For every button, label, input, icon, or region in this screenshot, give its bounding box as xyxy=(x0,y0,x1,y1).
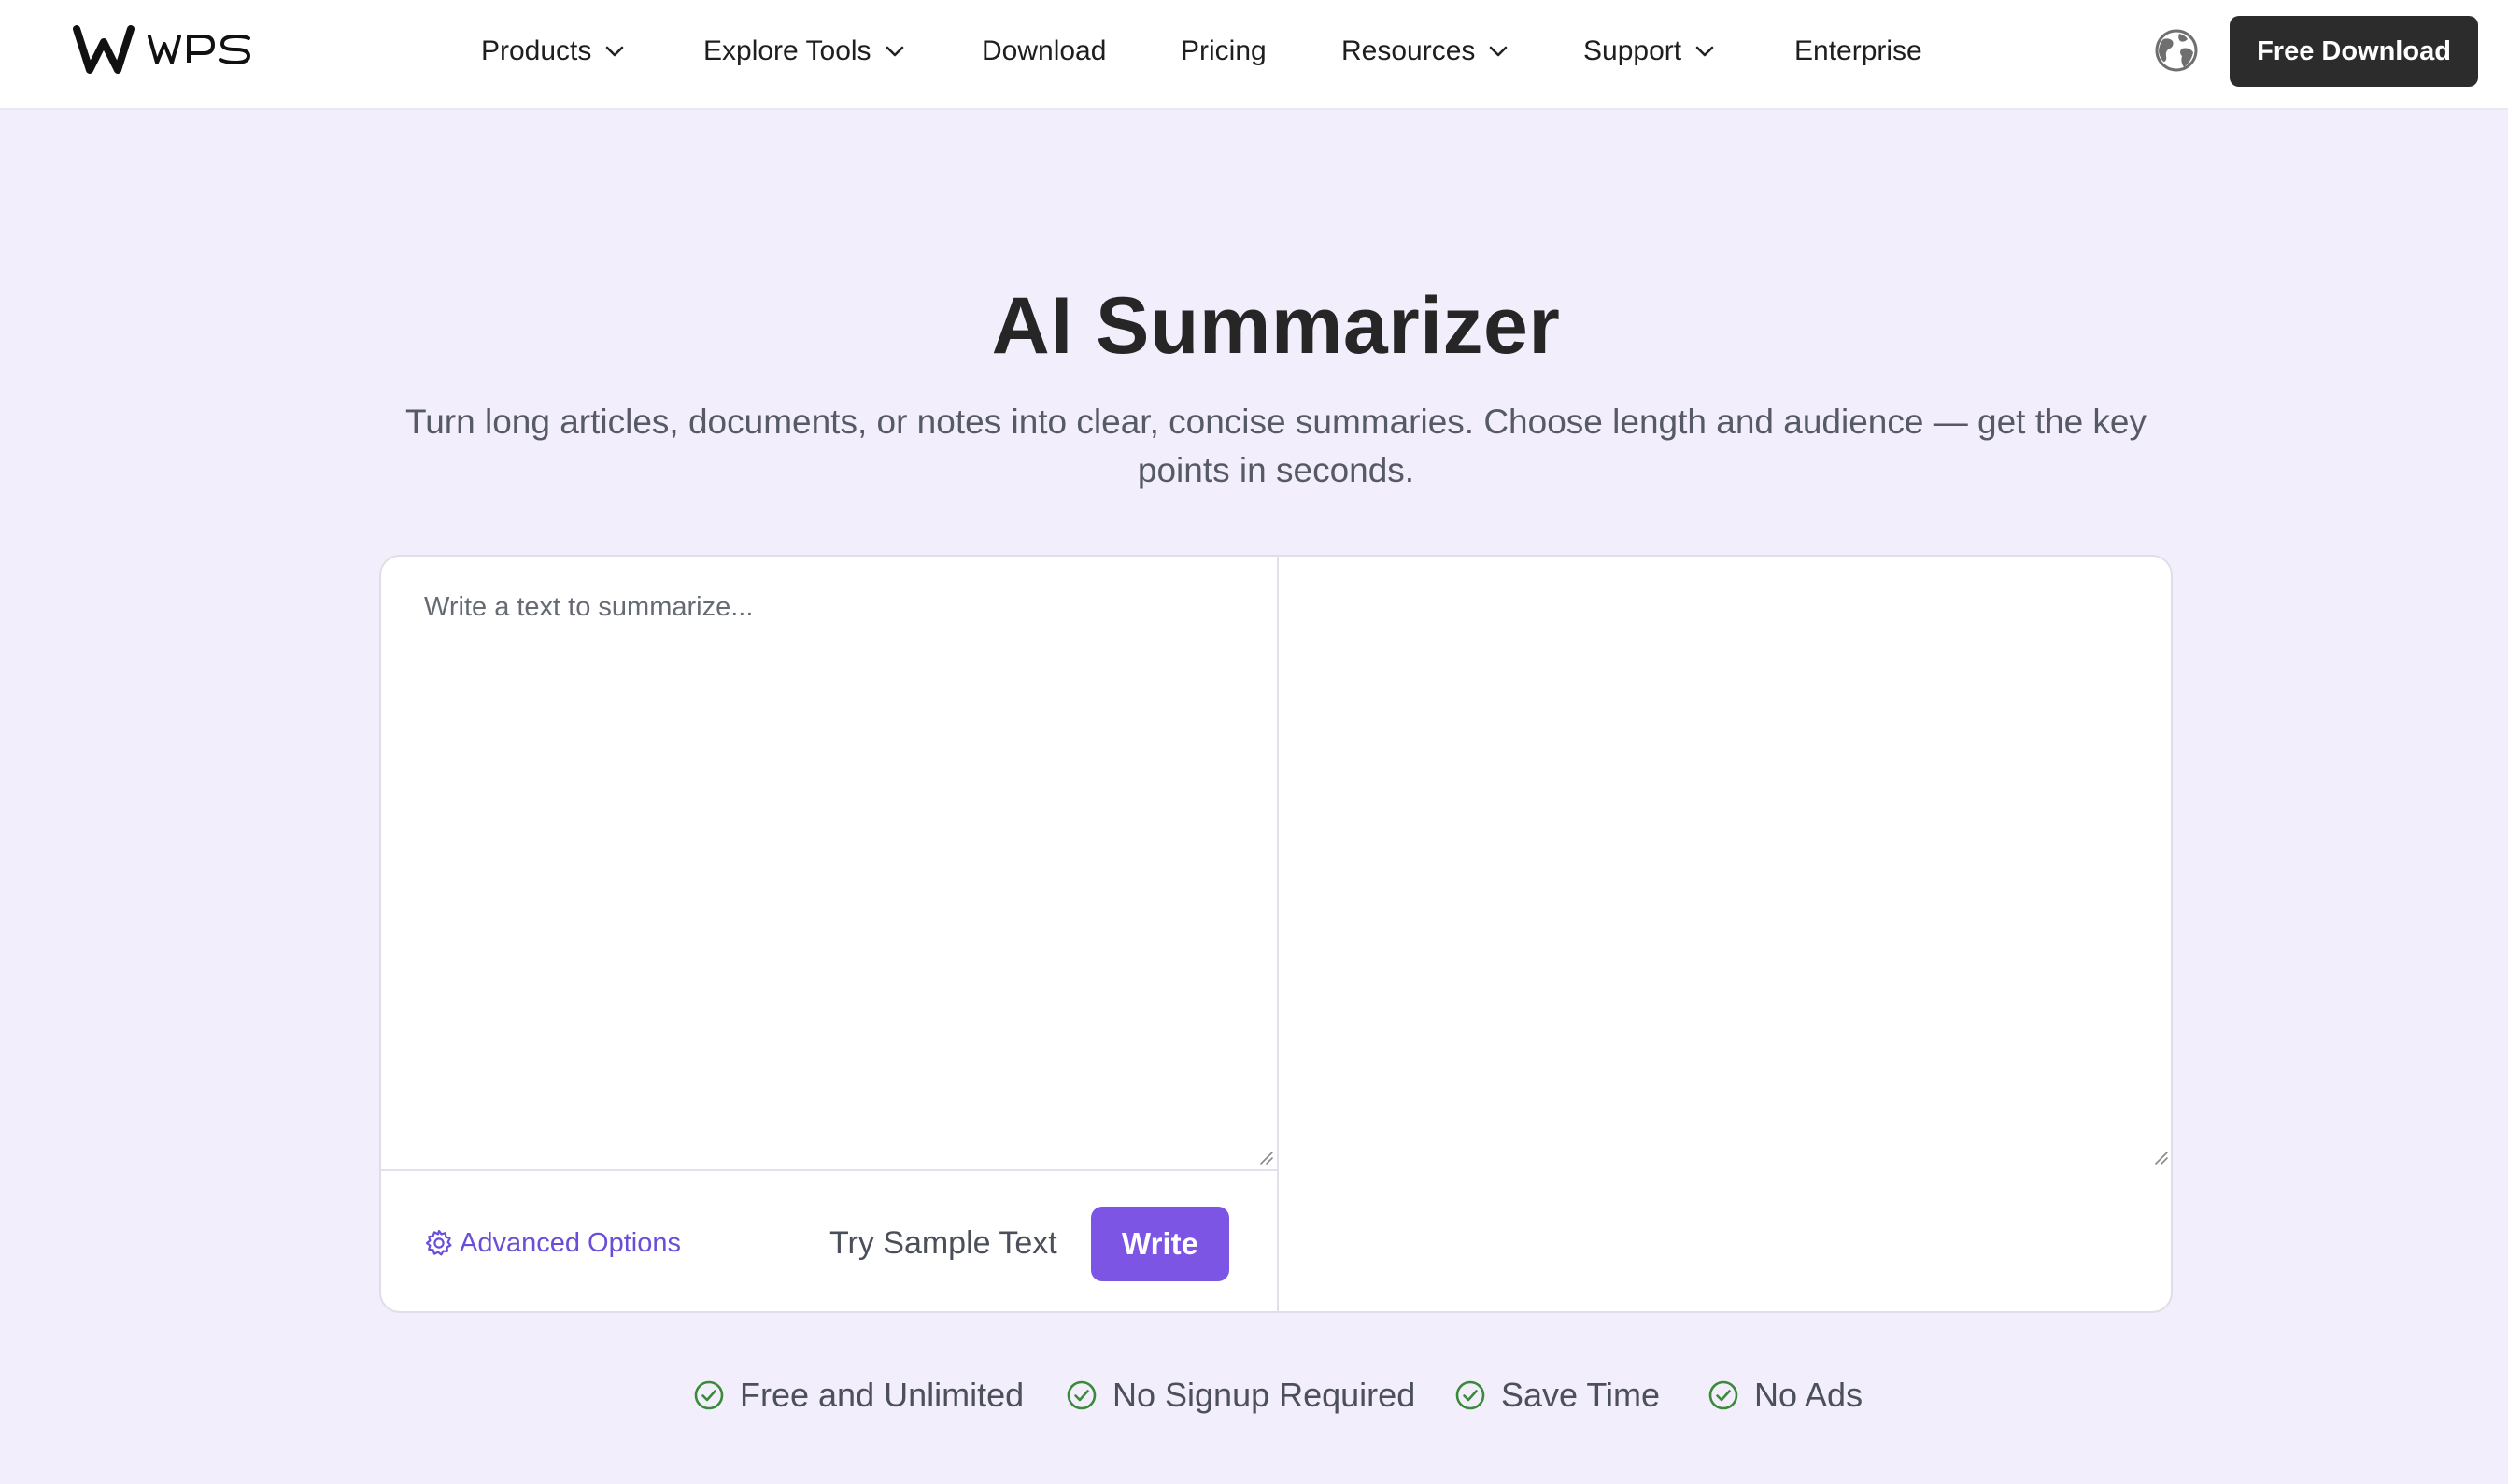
resize-handle-icon[interactable] xyxy=(2152,1149,2169,1166)
nav-label: Enterprise xyxy=(1794,35,1922,66)
nav-item-pricing[interactable]: Pricing xyxy=(1181,32,1267,71)
top-nav-bar: Products Explore Tools Download Pricing … xyxy=(0,0,2508,110)
chevron-down-icon xyxy=(1490,46,1508,57)
write-button[interactable]: Write xyxy=(1091,1207,1229,1281)
nav-label: Support xyxy=(1583,35,1682,66)
check-circle-icon xyxy=(694,1380,724,1410)
page-title: AI Summarizer xyxy=(991,281,1561,371)
resize-handle-icon[interactable] xyxy=(1257,1149,1274,1166)
nav-item-products[interactable]: Products xyxy=(481,32,625,71)
nav-label: Download xyxy=(982,35,1107,66)
try-sample-text-button[interactable]: Try Sample Text xyxy=(829,1225,1057,1265)
nav-label: Resources xyxy=(1341,35,1476,66)
feature-free-and-unlimited: Free and Unlimited xyxy=(693,1375,1024,1416)
feature-label: Save Time xyxy=(1501,1376,1661,1414)
nav-item-download[interactable]: Download xyxy=(982,32,1106,71)
feature-label: Free and Unlimited xyxy=(740,1376,1025,1414)
feature-no-signup-required: No Signup Required xyxy=(1066,1375,1415,1416)
check-circle-icon xyxy=(1708,1380,1738,1410)
page-subtitle: Turn long articles, documents, or notes … xyxy=(404,403,2147,489)
chevron-down-icon xyxy=(606,46,624,57)
nav-item-support[interactable]: Support xyxy=(1583,32,1715,71)
nav-item-explore-tools[interactable]: Explore Tools xyxy=(703,32,905,71)
advanced-options-link[interactable]: Advanced Options xyxy=(424,1223,681,1263)
feature-label: No Ads xyxy=(1754,1376,1863,1414)
chevron-down-icon xyxy=(886,46,903,57)
gear-icon xyxy=(425,1229,452,1256)
nav-item-resources[interactable]: Resources xyxy=(1341,32,1509,71)
feature-save-time: Save Time xyxy=(1454,1375,1660,1416)
free-download-button[interactable]: Free Download xyxy=(2230,16,2478,87)
nav-label: Explore Tools xyxy=(703,35,871,66)
nav-label: Products xyxy=(481,35,592,66)
summarizer-card xyxy=(379,555,2173,1313)
check-circle-icon xyxy=(1067,1380,1097,1410)
feature-label: No Signup Required xyxy=(1112,1376,1416,1414)
chevron-down-icon xyxy=(1695,46,1714,57)
advanced-options-label: Advanced Options xyxy=(460,1227,681,1258)
input-footer-divider xyxy=(381,1169,1277,1171)
feature-no-ads: No Ads xyxy=(1707,1375,1863,1416)
summary-output xyxy=(1279,557,2171,1169)
nav-label: Pricing xyxy=(1181,35,1267,66)
summarize-input[interactable] xyxy=(381,557,1277,1169)
check-circle-icon xyxy=(1455,1380,1485,1410)
nav-item-enterprise[interactable]: Enterprise xyxy=(1794,32,1922,71)
main-nav: Products Explore Tools Download Pricing … xyxy=(0,0,2508,110)
globe-icon[interactable] xyxy=(2154,28,2199,73)
